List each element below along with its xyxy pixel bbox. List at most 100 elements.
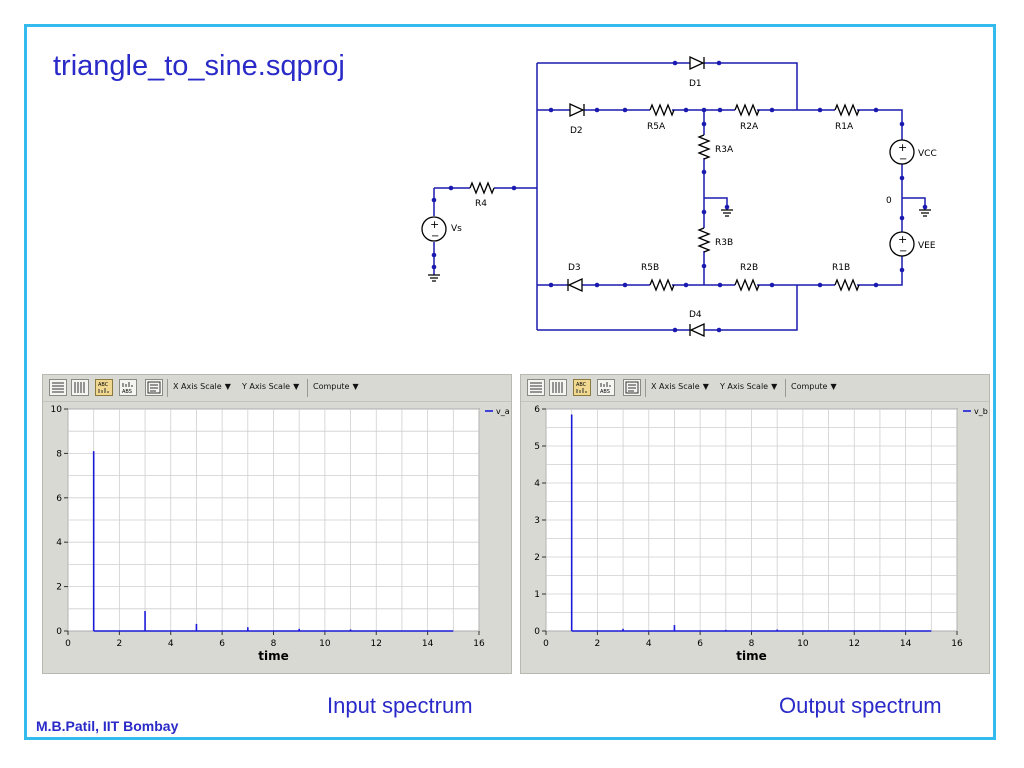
horizontal-grid-icon[interactable] [49,379,67,396]
label-r1a: R1A [835,122,854,132]
output-spectrum-panel: ABC ABS X Axis Scale ▼ Y Axis Scale ▼ Comp… [520,374,990,674]
x-axis-label: time [258,649,289,663]
x-axis-label: time [736,649,767,663]
diode-d2 [569,102,585,118]
resistor-r1a [834,103,860,117]
output-spectrum-chart: 0 2 4 6 8 10 12 14 160123456timev_b [534,405,988,663]
y-tick-label: 0 [56,627,62,637]
resistor-r5b [649,278,675,292]
svg-text:−: − [899,154,907,165]
label-r2b: R2B [740,263,758,273]
resistor-r3a [697,134,711,160]
svg-text:+: + [898,141,907,154]
x-tick-label: 10 [797,639,809,649]
x-tick-label: 14 [422,639,434,649]
toolbar-separator [645,379,646,397]
voltage-source-vee: + − [889,231,915,257]
y-tick-label: 10 [51,405,63,415]
label-vee: VEE [918,241,936,251]
x-tick-label: 12 [849,639,860,649]
label-d3: D3 [568,263,581,273]
legend-icon[interactable] [145,379,163,396]
circuit-schematic: .w { stroke: #1a1ab0; stroke-width: 1.5;… [421,55,937,338]
svg-text:ABC: ABC [98,382,109,388]
legend-icon[interactable] [623,379,641,396]
chevron-down-icon: ▼ [293,382,300,391]
resistor-r3b [697,227,711,253]
svg-text:ABC: ABC [576,382,587,388]
x-tick-label: 2 [117,639,123,649]
compute-menu[interactable]: Compute ▼ [791,382,837,391]
resistor-r5a [649,103,675,117]
diode-d1 [689,55,705,71]
input-spectrum-caption: Input spectrum [327,693,473,718]
label-r4: R4 [475,199,487,209]
legend-label: v_a [496,407,510,416]
label-d4: D4 [689,310,702,320]
x-axis-scale-label: X Axis Scale [651,382,700,391]
label-abs-icon[interactable]: ABS [597,379,615,396]
chevron-down-icon: ▼ [224,382,231,391]
x-tick-label: 4 [646,639,652,649]
circuit-junctions [431,60,928,333]
y-axis-scale-label: Y Axis Scale [720,382,769,391]
toolbar-separator [785,379,786,397]
x-tick-label: 0 [543,639,549,649]
y-axis-scale-menu[interactable]: Y Axis Scale ▼ [720,382,777,391]
svg-text:+: + [430,218,439,231]
svg-text:−: − [899,246,907,257]
x-tick-label: 16 [473,639,485,649]
vertical-grid-icon[interactable] [549,379,567,396]
label-abc-icon[interactable]: ABC [573,379,591,396]
chevron-down-icon: ▼ [352,382,359,391]
voltage-source-vcc: + − [889,139,915,165]
input-spectrum-panel: ABC ABS X Axis Scale ▼ Y Axis Scale ▼ Comp… [42,374,512,674]
x-tick-label: 8 [271,639,277,649]
label-d1: D1 [689,79,702,89]
label-abs-icon[interactable]: ABS [119,379,137,396]
ground-icon [721,209,733,217]
diode-d3 [567,277,583,293]
y-tick-label: 6 [56,494,62,504]
x-tick-label: 6 [219,639,225,649]
compute-menu[interactable]: Compute ▼ [313,382,359,391]
label-r3a: R3A [715,145,734,155]
y-tick-label: 1 [534,590,540,600]
y-tick-label: 4 [56,538,62,548]
x-tick-label: 16 [951,639,963,649]
voltage-source-vs: + − [421,216,447,242]
y-axis-scale-label: Y Axis Scale [242,382,291,391]
label-r1b: R1B [832,263,850,273]
diode-d4 [689,322,705,338]
resistor-r1b [834,278,860,292]
legend-label: v_b [974,407,988,416]
label-vcc: VCC [918,149,937,159]
toolbar-separator [307,379,308,397]
y-tick-label: 4 [534,479,540,489]
x-axis-scale-menu[interactable]: X Axis Scale ▼ [651,382,709,391]
plot-toolbar: ABC ABS X Axis Scale ▼ Y Axis Scale ▼ Comp… [43,375,511,402]
label-abc-icon[interactable]: ABC [95,379,113,396]
x-tick-label: 8 [749,639,755,649]
y-tick-label: 5 [534,442,540,452]
y-axis-scale-menu[interactable]: Y Axis Scale ▼ [242,382,299,391]
y-tick-label: 6 [534,405,540,415]
svg-text:ABS: ABS [600,389,610,395]
label-d2: D2 [570,126,583,136]
resistor-r4 [469,181,495,195]
label-vs: Vs [451,224,462,234]
x-tick-label: 0 [65,639,71,649]
compute-label: Compute [313,382,350,391]
x-axis-scale-menu[interactable]: X Axis Scale ▼ [173,382,231,391]
x-tick-label: 10 [319,639,331,649]
svg-text:ABS: ABS [122,389,132,395]
x-tick-label: 12 [371,639,382,649]
slide-title: triangle_to_sine.sqproj [53,50,345,82]
compute-label: Compute [791,382,828,391]
horizontal-grid-icon[interactable] [527,379,545,396]
vertical-grid-icon[interactable] [71,379,89,396]
y-tick-label: 8 [56,449,62,459]
plot-toolbar: ABC ABS X Axis Scale ▼ Y Axis Scale ▼ Comp… [521,375,989,402]
x-tick-label: 6 [697,639,703,649]
label-r3b: R3B [715,238,733,248]
